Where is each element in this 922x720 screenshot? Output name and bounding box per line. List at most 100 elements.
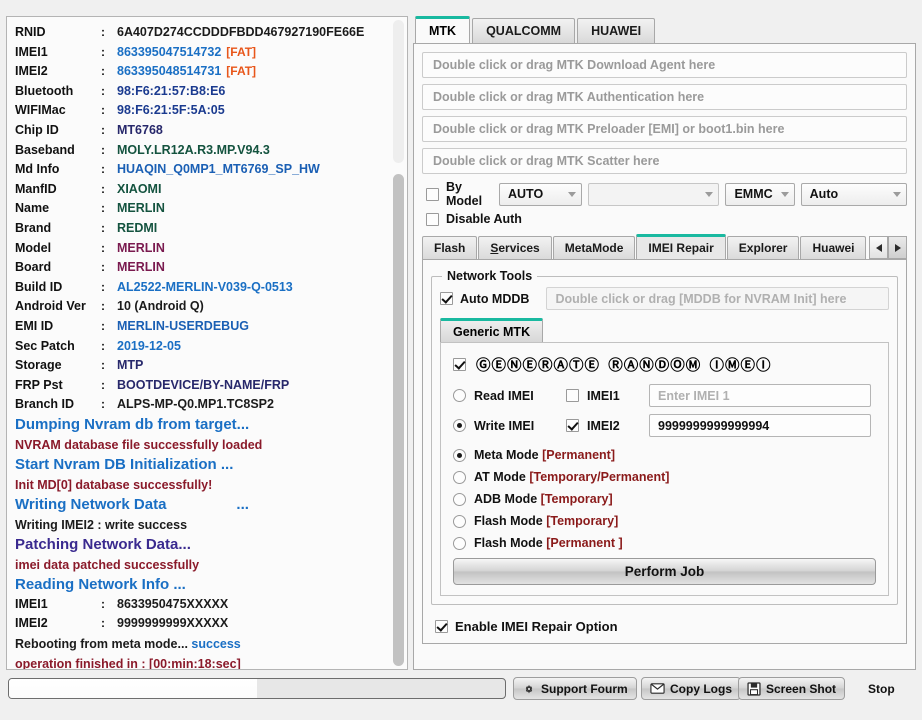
mode-radio[interactable] [453,470,466,484]
dropzone-4[interactable]: Double click or drag MTK Scatter here [422,148,907,174]
progress-bar [8,678,506,699]
log-field-value: 10 (Android Q) [117,299,204,314]
disable-auth-checkbox-box[interactable] [426,212,439,226]
chevron-down-icon [568,191,577,197]
mode-radio-row[interactable]: Meta Mode [Permanent] [453,448,876,462]
dropzone-3[interactable]: Double click or drag MTK Preloader [EMI]… [422,116,907,142]
copy-logs-button[interactable]: Copy Logs [641,677,741,700]
tab-scroll-left-button[interactable] [869,236,888,259]
subtab-imei-repair[interactable]: IMEI Repair [636,234,726,259]
tab-mtk[interactable]: MTK [415,16,471,43]
log-field-row: Brand: REDMI [15,219,387,239]
log-footer-line: Rebooting from meta mode... success [15,637,241,652]
mode-radio-row[interactable]: ADB Mode [Temporary] [453,492,876,506]
screen-shot-button[interactable]: Screen Shot [738,677,846,700]
subtab-label: Huawei [812,241,855,255]
tab-generic-mtk[interactable]: Generic MTK [440,318,544,342]
support-forum-button[interactable]: Support Fourm [513,677,637,700]
perform-job-button[interactable]: Perform Job [453,558,876,585]
mode-radio[interactable] [453,492,466,506]
log-field-key: FRP Pst [15,377,63,392]
log-result-row: IMEI1:8633950475XXXXX [15,595,387,615]
subtab-huawei[interactable]: Huawei [800,236,867,259]
copy-logs-label: Copy Logs [670,681,732,696]
tab-scroll-right-button[interactable] [888,236,907,259]
log-scrollbar-thumb[interactable] [393,174,404,666]
tab-qualcomm[interactable]: QUALCOMM [472,18,576,43]
log-field-row: Model: MERLIN [15,239,387,259]
model-select-value: AUTO [508,187,544,201]
log-field-key: IMEI1 [15,44,48,59]
enable-imei-repair-checkbox[interactable] [435,620,448,633]
log-field-value: 98:F6:21:5F:5A:05 [117,103,225,118]
disable-auth-checkbox[interactable]: Disable Auth [426,212,522,226]
model-select[interactable]: AUTO [499,182,583,206]
mode-radio[interactable] [453,448,466,462]
imei1-input[interactable]: Enter IMEI 1 [649,384,871,407]
tab-huawei[interactable]: HUAWEI [577,18,656,43]
generate-random-imei-checkbox[interactable] [453,358,466,371]
log-message: imei data patched successfully [15,557,200,572]
subtab-services[interactable]: Services [478,236,552,259]
envelope-icon [650,682,665,695]
log-result-colon: : [101,616,105,631]
mode-radio-label: Flash Mode [Permanent ] [474,536,623,550]
mode-radio-row[interactable]: Flash Mode [Temporary] [453,514,876,528]
log-field-row: RNID:6A407D274CCDDDFBDD467927190FE66E [15,23,387,43]
log-result-colon: : [101,596,105,611]
stop-button[interactable]: Stop [860,677,903,700]
log-field-tag: [FAT] [226,44,257,59]
by-model-checkbox[interactable]: By Model [426,180,493,208]
write-imei-row: Write IMEI IMEI2 9999999999999994 [453,414,876,437]
by-model-checkbox-box[interactable] [426,187,439,201]
read-imei-label: Read IMEI [474,388,534,403]
dropzone-1[interactable]: Double click or drag MTK Download Agent … [422,52,907,78]
log-field-colon: : [101,358,105,373]
log-scrollbar[interactable] [391,18,406,668]
auto-select[interactable]: Auto [800,182,907,206]
auto-mddb-checkbox[interactable] [440,292,453,305]
log-field-colon: : [101,181,105,196]
log-field-value: 98:F6:21:57:B8:E6 [117,83,226,98]
log-field-row: WIFIMac:98:F6:21:5F:5A:05 [15,101,387,121]
progress-bar-fill [9,679,257,698]
subtab-flash[interactable]: Flash [422,236,478,259]
generate-random-imei-row[interactable]: ⒼⒺⓃⒺⓇⒶⓉⒺ ⓇⒶⓃⒹⓄⓂ ⒾⓂⒺⒾ [453,354,876,375]
mode-radio-row[interactable]: AT Mode [Temporary/Permanent] [453,470,876,484]
mode-radio[interactable] [453,514,466,528]
imei2-input[interactable]: 9999999999999994 [649,414,871,437]
log-field-value: MOLY.LR12A.R3.MP.V94.3 [117,142,270,157]
mode-radio[interactable] [453,536,466,550]
log-field-key: Chip ID [15,122,59,137]
dropzone-2[interactable]: Double click or drag MTK Authentication … [422,84,907,110]
log-result-key: IMEI2 [15,616,48,631]
generate-random-imei-label: ⒼⒺⓃⒺⓇⒶⓉⒺ ⓇⒶⓃⒹⓄⓂ ⒾⓂⒺⒾ [476,358,772,374]
support-forum-label: Support Fourm [541,681,628,696]
subtab-label: Services [490,241,540,255]
subtab-explorer[interactable]: Explorer [726,236,800,259]
subtab-metamode[interactable]: MetaMode [552,236,636,259]
imei1-label: IMEI1 [587,388,620,403]
log-field-value: ALPS-MP-Q0.MP1.TC8SP2 [117,397,274,412]
log-field-colon: : [101,201,105,216]
mtk-tab-panel: Double click or drag MTK Download Agent … [413,43,916,670]
chevron-down-icon [893,191,901,197]
log-scrollbar-track [393,20,404,163]
log-message: Reading Network Info ... [15,575,186,593]
imei1-checkbox[interactable] [566,389,579,402]
stop-label: Stop [868,681,895,696]
mode-radio-row[interactable]: Flash Mode [Permanent ] [453,536,876,550]
variant-select[interactable] [588,182,720,206]
enable-imei-repair-row[interactable]: Enable IMEI Repair Option [435,619,898,634]
log-field-row: Sec Patch:2019-12-05 [15,337,387,357]
log-field-colon: : [101,162,105,177]
read-imei-radio[interactable] [453,389,466,402]
storage-select-value: EMMC [734,187,773,201]
log-field-colon: : [101,64,105,79]
storage-select[interactable]: EMMC [725,182,795,206]
imei2-checkbox[interactable] [566,419,579,432]
mode-radio-label: AT Mode [Temporary/Permanent] [474,470,670,484]
write-imei-radio[interactable] [453,419,466,432]
mddb-dropzone[interactable]: Double click or drag [MDDB for NVRAM Ini… [546,287,889,310]
log-field-row: ManfID: XIAOMI [15,180,387,200]
